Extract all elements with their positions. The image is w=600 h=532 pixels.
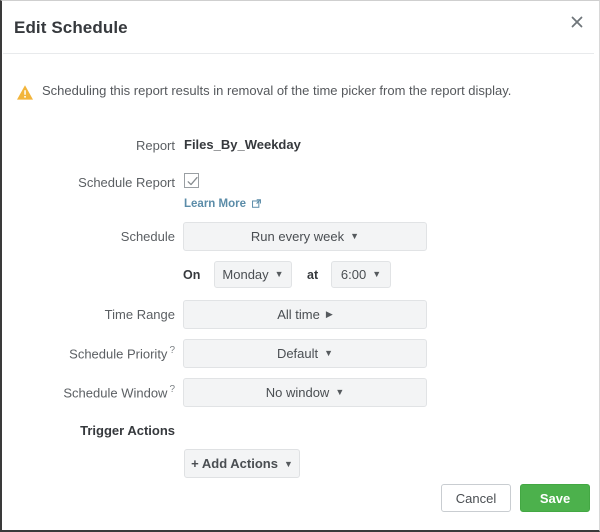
chevron-right-icon: ▶ [325,309,333,319]
trigger-actions-label: Trigger Actions [80,423,175,438]
chevron-down-icon: ▼ [350,231,360,241]
schedule-report-checkbox[interactable] [184,173,199,188]
add-actions-label: + Add Actions [191,456,278,471]
schedule-priority-value: Default [276,346,319,361]
chevron-down-icon: ▼ [283,458,293,469]
schedule-report-label: Schedule Report [78,175,175,190]
schedule-day-dropdown[interactable]: Monday ▼ [214,261,292,288]
chevron-down-icon: ▼ [335,387,345,397]
schedule-time-value: 6:00 [340,267,367,282]
checkmark-icon [187,176,198,186]
report-label: Report [135,138,175,153]
schedule-window-dropdown[interactable]: No window ▼ [183,378,427,407]
schedule-window-value: No window [265,385,330,400]
chevron-down-icon: ▼ [372,269,382,279]
external-link-icon [252,199,262,211]
schedule-window-label: Schedule Window? [20,384,175,400]
on-word: On [183,268,201,282]
schedule-priority-label: Schedule Priority? [20,345,175,361]
help-icon[interactable]: ? [169,384,175,395]
time-range-dropdown[interactable]: All time ▶ [183,300,427,329]
learn-more-link[interactable]: Learn More [184,198,262,211]
schedule-form: Report Files_By_Weekday Schedule Report … [0,0,600,532]
at-word: at [307,268,319,282]
time-range-value: All time [277,307,320,322]
save-button[interactable]: Save [520,484,590,512]
add-actions-button[interactable]: + Add Actions ▼ [184,449,300,478]
help-icon[interactable]: ? [169,345,175,356]
schedule-frequency-value: Run every week [250,229,345,244]
schedule-time-dropdown[interactable]: 6:00 ▼ [331,261,391,288]
edit-schedule-dialog: Edit Schedule Scheduling this report res… [0,0,600,532]
time-range-label: Time Range [104,307,175,322]
schedule-priority-dropdown[interactable]: Default ▼ [183,339,427,368]
learn-more-label: Learn More [184,198,246,210]
report-value: Files_By_Weekday [184,137,301,152]
schedule-window-label-text: Schedule Window [63,385,168,401]
schedule-label: Schedule [120,229,175,244]
schedule-priority-label-text: Schedule Priority [69,346,168,362]
chevron-down-icon: ▼ [274,269,284,279]
schedule-frequency-dropdown[interactable]: Run every week ▼ [183,222,427,251]
cancel-button[interactable]: Cancel [441,484,511,512]
schedule-day-value: Monday [222,267,269,282]
chevron-down-icon: ▼ [324,348,334,358]
